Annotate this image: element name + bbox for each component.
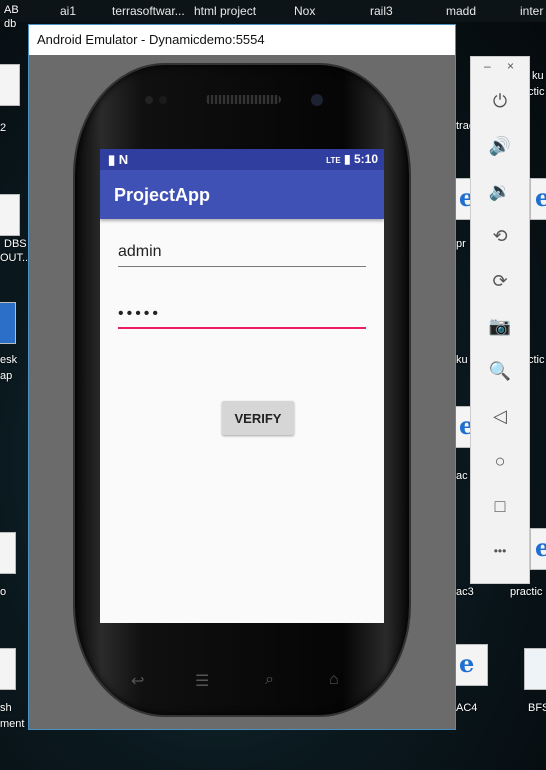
password-input[interactable]: ••••• xyxy=(118,301,366,327)
overview-icon[interactable]: □ xyxy=(486,492,514,520)
phone-frame: ▮ N LTE ▮ 5:10 ProjectApp ••••• VERIFY xyxy=(75,65,409,715)
volume-up-icon[interactable]: 🔊 xyxy=(486,132,514,160)
file-icon[interactable] xyxy=(0,530,20,574)
emulator-toolbar: – × ⏻ 🔊 🔉 ⟲ ⟳ 📷 🔍 ◁ ○ □ ••• xyxy=(470,56,530,584)
rotate-left-icon[interactable]: ⟲ xyxy=(486,222,514,250)
app-bar: ProjectApp xyxy=(100,170,384,219)
desktop-item-label[interactable]: AB xyxy=(4,4,19,16)
window-title: Android Emulator - Dynamicdemo:5554 xyxy=(37,32,265,47)
desktop-item-label[interactable]: rail3 xyxy=(370,4,393,18)
desktop-item-label[interactable]: db xyxy=(4,18,16,30)
desktop-item-label[interactable]: BFS xyxy=(528,702,546,714)
desktop-item-label[interactable]: o xyxy=(0,586,6,598)
desktop-item-label[interactable]: DBS xyxy=(4,238,27,250)
file-icon[interactable] xyxy=(0,300,20,344)
minimize-button[interactable]: – xyxy=(484,59,491,73)
desktop-item-label[interactable]: esk xyxy=(0,354,17,366)
desktop-item-label[interactable]: ku xyxy=(532,70,544,82)
zoom-icon[interactable]: 🔍 xyxy=(486,357,514,385)
phone-screen: ▮ N LTE ▮ 5:10 ProjectApp ••••• VERIFY xyxy=(100,149,384,623)
app-title: ProjectApp xyxy=(114,185,211,205)
desktop-item-label[interactable]: 2 xyxy=(0,122,6,134)
file-icon[interactable] xyxy=(0,192,24,236)
rotate-right-icon[interactable]: ⟳ xyxy=(486,267,514,295)
file-icon[interactable] xyxy=(0,646,20,690)
file-icon[interactable] xyxy=(0,62,24,106)
back-icon[interactable]: ◁ xyxy=(486,402,514,430)
desktop-item-label[interactable]: ap xyxy=(0,370,12,382)
desktop-item-label[interactable]: ac xyxy=(456,470,468,482)
field-underline-active xyxy=(118,327,366,329)
home-key-icon[interactable]: ⌂ xyxy=(329,671,339,689)
desktop-item-label[interactable]: html project xyxy=(194,4,256,18)
desktop-item-label[interactable]: OUT... xyxy=(0,252,31,264)
password-field[interactable]: ••••• xyxy=(118,301,366,329)
desktop-item-label[interactable]: terrasoftwar... xyxy=(112,4,185,18)
username-field[interactable] xyxy=(118,239,366,267)
clock: 5:10 xyxy=(353,152,378,166)
desktop-item-label[interactable]: ai1 xyxy=(60,4,76,18)
username-input[interactable] xyxy=(118,239,366,265)
camera-icon[interactable]: 📷 xyxy=(486,312,514,340)
camera-lens xyxy=(159,96,167,104)
earpiece-speaker xyxy=(205,95,281,104)
proximity-sensor xyxy=(311,94,323,106)
desktop-item-label[interactable]: AC4 xyxy=(456,702,477,714)
home-icon[interactable]: ○ xyxy=(486,447,514,475)
more-icon[interactable]: ••• xyxy=(486,537,514,565)
desktop-item-label[interactable]: ctic xyxy=(528,86,545,98)
status-right: LTE ▮ 5:10 xyxy=(326,152,378,166)
camera-lens xyxy=(145,96,153,104)
desktop-item-label[interactable]: pr xyxy=(456,238,466,250)
desktop-item-label[interactable]: ctic xyxy=(528,354,545,366)
desktop-item-label[interactable]: sh xyxy=(0,702,12,714)
window-titlebar[interactable]: Android Emulator - Dynamicdemo:5554 xyxy=(29,25,455,55)
desktop-item-label[interactable]: madd xyxy=(446,4,476,18)
emulator-window: Android Emulator - Dynamicdemo:5554 ▮ N … xyxy=(28,24,456,730)
desktop-item-label[interactable]: Nox xyxy=(294,4,315,18)
desktop-item-label[interactable]: ac3 xyxy=(456,586,474,598)
android-status-bar: ▮ N LTE ▮ 5:10 xyxy=(100,149,384,170)
battery-icon: ▮ xyxy=(344,152,351,166)
signal-icon: LTE xyxy=(326,156,341,165)
back-key-icon[interactable]: ↩ xyxy=(131,671,144,691)
desktop-item-label[interactable]: ku xyxy=(456,354,468,366)
desktop-item-label[interactable]: ment xyxy=(0,718,24,730)
notification-icons: ▮ N xyxy=(108,152,129,167)
desktop-item-label[interactable]: practic xyxy=(510,586,542,598)
desktop-item-label[interactable]: inter xyxy=(520,4,543,18)
hardware-nav-keys: ↩ ☰ ⌕ ⌂ xyxy=(75,671,409,691)
python-file-icon[interactable] xyxy=(518,646,546,690)
close-button[interactable]: × xyxy=(507,59,514,73)
verify-button[interactable]: VERIFY xyxy=(222,401,294,435)
search-key-icon[interactable]: ⌕ xyxy=(265,671,274,689)
power-icon[interactable]: ⏻ xyxy=(486,87,514,115)
volume-down-icon[interactable]: 🔉 xyxy=(486,177,514,205)
field-underline xyxy=(118,266,366,267)
menu-key-icon[interactable]: ☰ xyxy=(195,671,209,691)
